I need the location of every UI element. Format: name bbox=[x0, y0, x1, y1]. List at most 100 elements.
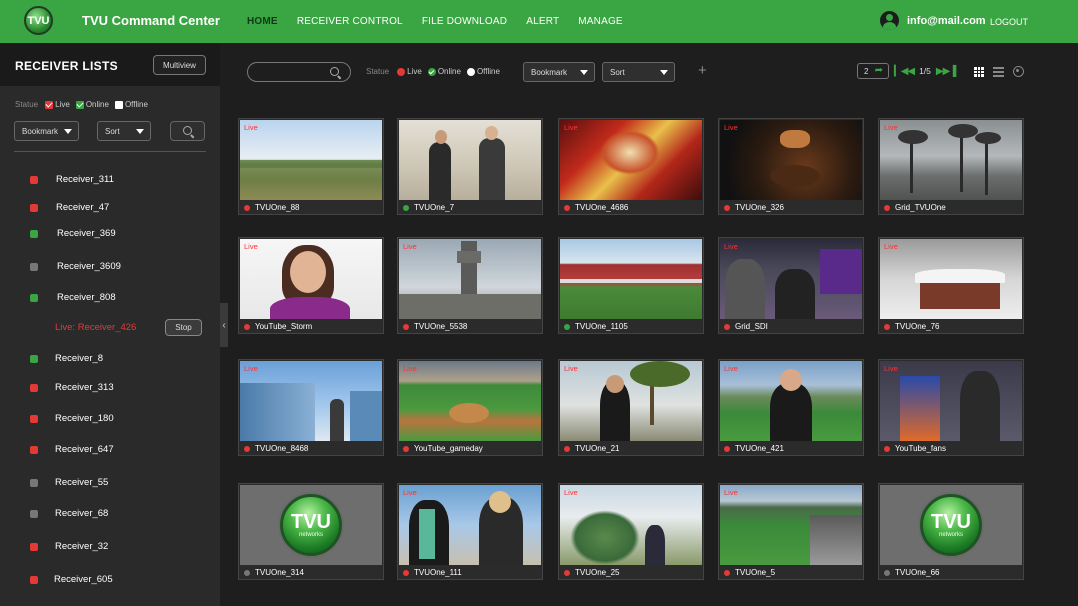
video-thumbnail[interactable]: Live bbox=[880, 361, 1022, 441]
video-thumbnail[interactable]: TVU networks bbox=[880, 485, 1022, 565]
receiver-tile[interactable]: Live TVUOne_5538 bbox=[397, 237, 543, 334]
video-thumbnail[interactable]: Live bbox=[399, 361, 541, 441]
video-thumbnail[interactable]: Live bbox=[560, 485, 702, 565]
receiver-item[interactable]: Receiver_311 bbox=[30, 174, 114, 185]
video-thumbnail[interactable]: Live bbox=[560, 120, 702, 200]
receiver-item[interactable]: Receiver_32 bbox=[30, 541, 108, 552]
video-thumbnail[interactable]: Live bbox=[720, 239, 862, 319]
video-thumbnail[interactable]: Live bbox=[240, 239, 382, 319]
tile-name: TVUOne_5538 bbox=[414, 322, 468, 331]
tvu-logo-icon[interactable]: TVU bbox=[24, 6, 53, 35]
video-thumbnail[interactable]: Live bbox=[720, 485, 862, 565]
video-thumbnail[interactable] bbox=[399, 120, 541, 200]
receiver-item[interactable]: Receiver_313 bbox=[30, 382, 114, 393]
online-toggle[interactable] bbox=[427, 67, 436, 76]
live-checkbox[interactable] bbox=[45, 100, 54, 109]
status-indicator bbox=[724, 569, 730, 576]
nav-manage[interactable]: MANAGE bbox=[578, 16, 623, 27]
receiver-tile[interactable]: Live TVUOne_111 bbox=[397, 483, 543, 580]
nav-alert[interactable]: ALERT bbox=[526, 16, 559, 27]
receiver-tile[interactable]: Live TVUOne_326 bbox=[718, 118, 864, 215]
first-prev-page-icons[interactable]: ▎◀◀ bbox=[894, 66, 915, 77]
go-arrow-icon[interactable]: ➦ bbox=[875, 66, 883, 76]
receiver-item[interactable]: Receiver_47 bbox=[30, 202, 109, 213]
video-thumbnail[interactable]: Live bbox=[720, 120, 862, 200]
tile-label: TVUOne_88 bbox=[244, 203, 299, 212]
receiver-item[interactable]: Receiver_808 bbox=[30, 292, 116, 303]
video-thumbnail[interactable]: Live bbox=[720, 361, 862, 441]
nav-file-download[interactable]: FILE DOWNLOAD bbox=[422, 16, 507, 27]
multiview-button[interactable]: Multiview bbox=[153, 55, 206, 75]
receiver-tile[interactable]: Live Grid_TVUOne bbox=[878, 118, 1024, 215]
receiver-tile[interactable]: Live YouTube_gameday bbox=[397, 359, 543, 456]
nav-home[interactable]: HOME bbox=[247, 16, 278, 27]
sort-dropdown[interactable]: Sort bbox=[602, 62, 675, 82]
video-thumbnail[interactable]: Live bbox=[240, 120, 382, 200]
receiver-tile[interactable]: Live TVUOne_21 bbox=[558, 359, 704, 456]
receiver-tile[interactable]: Live TVUOne_5 bbox=[718, 483, 864, 580]
add-icon[interactable]: + bbox=[698, 63, 707, 78]
receiver-item[interactable]: Receiver_3609 bbox=[30, 261, 121, 272]
online-checkbox[interactable] bbox=[75, 100, 84, 109]
live-badge: Live bbox=[564, 364, 578, 373]
offline-toggle[interactable] bbox=[466, 67, 475, 76]
receiver-tile[interactable]: Live TVUOne_88 bbox=[238, 118, 384, 215]
collapse-sidebar-handle[interactable]: ‹ bbox=[220, 303, 228, 347]
live-receiver-item[interactable]: Live: Receiver_426 bbox=[55, 322, 136, 333]
logout-button[interactable]: LOGOUT bbox=[990, 17, 1028, 27]
receiver-name: Receiver_808 bbox=[57, 292, 116, 303]
status-indicator bbox=[724, 445, 730, 452]
tile-name: Grid_SDI bbox=[735, 322, 768, 331]
video-thumbnail[interactable]: Live bbox=[399, 239, 541, 319]
sidebar-sort-dropdown[interactable]: Sort bbox=[97, 121, 151, 141]
video-thumbnail[interactable]: Live bbox=[240, 361, 382, 441]
receiver-tile[interactable]: Live TVUOne_4686 bbox=[558, 118, 704, 215]
receiver-tile[interactable]: TVU networks TVUOne_66 bbox=[878, 483, 1024, 580]
tile-name: TVUOne_1105 bbox=[575, 322, 628, 331]
list-view-icon[interactable] bbox=[993, 67, 1004, 77]
search-input[interactable] bbox=[247, 62, 351, 82]
video-thumbnail[interactable]: Live bbox=[560, 361, 702, 441]
receiver-item[interactable]: Receiver_180 bbox=[30, 413, 114, 424]
video-thumbnail[interactable]: Live bbox=[399, 485, 541, 565]
video-thumbnail[interactable] bbox=[560, 239, 702, 319]
grid-view-icon[interactable] bbox=[974, 67, 984, 77]
receiver-tile[interactable]: TVU networks TVUOne_314 bbox=[238, 483, 384, 580]
sidebar-search-button[interactable] bbox=[170, 121, 205, 141]
sidebar-bookmark-dropdown[interactable]: Bookmark bbox=[14, 121, 79, 141]
map-view-icon[interactable] bbox=[1013, 66, 1024, 77]
receiver-item[interactable]: Receiver_647 bbox=[30, 444, 114, 455]
receiver-item[interactable]: Receiver_8 bbox=[30, 353, 103, 364]
receiver-item[interactable]: Receiver_55 bbox=[30, 477, 108, 488]
receiver-tile[interactable]: Live YouTube_Storm bbox=[238, 237, 384, 334]
receiver-tile[interactable]: TVUOne_7 bbox=[397, 118, 543, 215]
receiver-tile[interactable]: Live YouTube_fans bbox=[878, 359, 1024, 456]
live-toggle[interactable] bbox=[397, 67, 406, 76]
receiver-tile[interactable]: Live Grid_SDI bbox=[718, 237, 864, 334]
stop-button[interactable]: Stop bbox=[165, 319, 202, 336]
user-avatar-icon[interactable] bbox=[880, 11, 899, 30]
receiver-item[interactable]: Receiver_605 bbox=[30, 574, 113, 585]
bookmark-label: Bookmark bbox=[22, 126, 59, 136]
next-last-page-icons[interactable]: ▶▶▐ bbox=[936, 66, 956, 77]
receiver-tile[interactable]: TVUOne_1105 bbox=[558, 237, 704, 334]
receiver-tile[interactable]: Live TVUOne_76 bbox=[878, 237, 1024, 334]
receiver-name: Receiver_8 bbox=[55, 353, 104, 364]
live-badge: Live bbox=[244, 123, 258, 132]
bookmark-dropdown[interactable]: Bookmark bbox=[523, 62, 595, 82]
tile-label: TVUOne_421 bbox=[724, 444, 784, 453]
video-thumbnail[interactable]: Live bbox=[880, 239, 1022, 319]
page-jump-input[interactable]: 2 ➦ bbox=[857, 63, 889, 79]
video-thumbnail[interactable]: Live bbox=[880, 120, 1022, 200]
receiver-item[interactable]: Receiver_68 bbox=[30, 508, 108, 519]
receiver-tile[interactable]: Live TVUOne_421 bbox=[718, 359, 864, 456]
video-thumbnail[interactable]: TVU networks bbox=[240, 485, 382, 565]
user-account[interactable]: info@mail.com bbox=[880, 11, 986, 30]
receiver-tile[interactable]: Live TVUOne_25 bbox=[558, 483, 704, 580]
receiver-item[interactable]: Receiver_369 bbox=[30, 228, 116, 239]
offline-checkbox[interactable] bbox=[114, 100, 123, 109]
nav-receiver-control[interactable]: RECEIVER CONTROL bbox=[297, 16, 403, 27]
live-badge: Live bbox=[403, 488, 417, 497]
receiver-tile[interactable]: Live TVUOne_8468 bbox=[238, 359, 384, 456]
page-jump-value: 2 bbox=[864, 66, 869, 76]
